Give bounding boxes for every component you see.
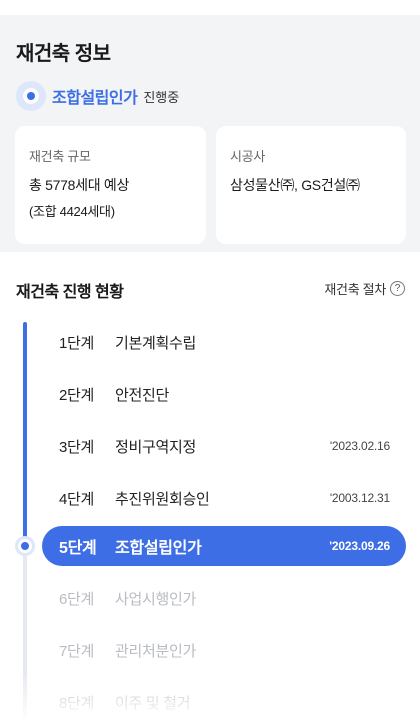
step-name: 이주 및 철거: [115, 694, 191, 712]
timeline-track-completed: [23, 322, 27, 546]
timeline-step: 6단계 사업시행인가: [42, 578, 406, 618]
builder-card-label: 시공사: [230, 149, 265, 164]
progress-header: 재건축 진행 현황 재건축 절차 ?: [0, 252, 420, 322]
step-name: 기본계획수립: [115, 334, 197, 352]
step-number: 2단계: [59, 386, 95, 404]
help-icon[interactable]: ?: [390, 281, 405, 296]
step-date: '2023.02.16: [329, 439, 390, 453]
timeline-step: 7단계 관리처분인가: [42, 630, 406, 670]
timeline-step: 3단계 정비구역지정 '2023.02.16: [42, 426, 406, 466]
status-text: 진행중: [143, 89, 180, 105]
builder-card-value: 삼성물산㈜, GS건설㈜: [230, 177, 360, 193]
step-name: 안전진단: [115, 386, 170, 404]
top-strip: [0, 0, 420, 15]
step-number: 4단계: [59, 490, 95, 508]
timeline-step: 2단계 안전진단: [42, 374, 406, 414]
step-number: 3단계: [59, 438, 95, 456]
timeline-step: 8단계 이주 및 철거: [42, 682, 406, 719]
procedure-label: 재건축 절차: [324, 282, 386, 297]
step-number: 8단계: [59, 694, 95, 712]
info-title: 재건축 정보: [16, 43, 111, 65]
step-number: 7단계: [59, 642, 95, 660]
timeline-track-remaining: [23, 546, 27, 719]
step-name: 관리처분인가: [115, 642, 197, 660]
progress-timeline: 1단계 기본계획수립 2단계 안전진단 3단계 정비구역지정 '2023.02.…: [0, 322, 420, 719]
scale-card-value: 총 5778세대 예상: [29, 177, 130, 193]
step-number: 6단계: [59, 590, 95, 608]
step-date: '2003.12.31: [329, 491, 390, 505]
builder-card: 시공사 삼성물산㈜, GS건설㈜: [216, 126, 406, 244]
step-number: 5단계: [59, 540, 97, 557]
progress-title: 재건축 진행 현황: [16, 284, 124, 301]
scale-card-sub: (조합 4424세대): [29, 204, 115, 219]
status-stage: 조합설립인가: [52, 90, 138, 107]
scale-card: 재건축 규모 총 5778세대 예상 (조합 4424세대): [15, 126, 206, 244]
procedure-link[interactable]: 재건축 절차 ?: [324, 279, 405, 298]
step-number: 1단계: [59, 334, 95, 352]
timeline-step-current[interactable]: 5단계 조합설립인가 '2023.09.26: [42, 526, 406, 566]
current-step-marker-icon: [15, 536, 35, 556]
step-name: 추진위원회승인: [115, 490, 210, 508]
step-date: '2023.09.26: [329, 539, 390, 553]
scale-card-label: 재건축 규모: [29, 149, 91, 164]
timeline-step: 1단계 기본계획수립: [42, 322, 406, 362]
redevelopment-info-section: 재건축 정보 조합설립인가 진행중 재건축 규모 총 5778세대 예상 (조합…: [0, 15, 420, 252]
step-name: 사업시행인가: [115, 590, 197, 608]
status-indicator-icon: [16, 81, 46, 111]
current-status: 조합설립인가 진행중: [16, 81, 179, 111]
timeline-step: 4단계 추진위원회승인 '2003.12.31: [42, 478, 406, 518]
step-name: 조합설립인가: [115, 540, 202, 557]
step-name: 정비구역지정: [115, 438, 197, 456]
